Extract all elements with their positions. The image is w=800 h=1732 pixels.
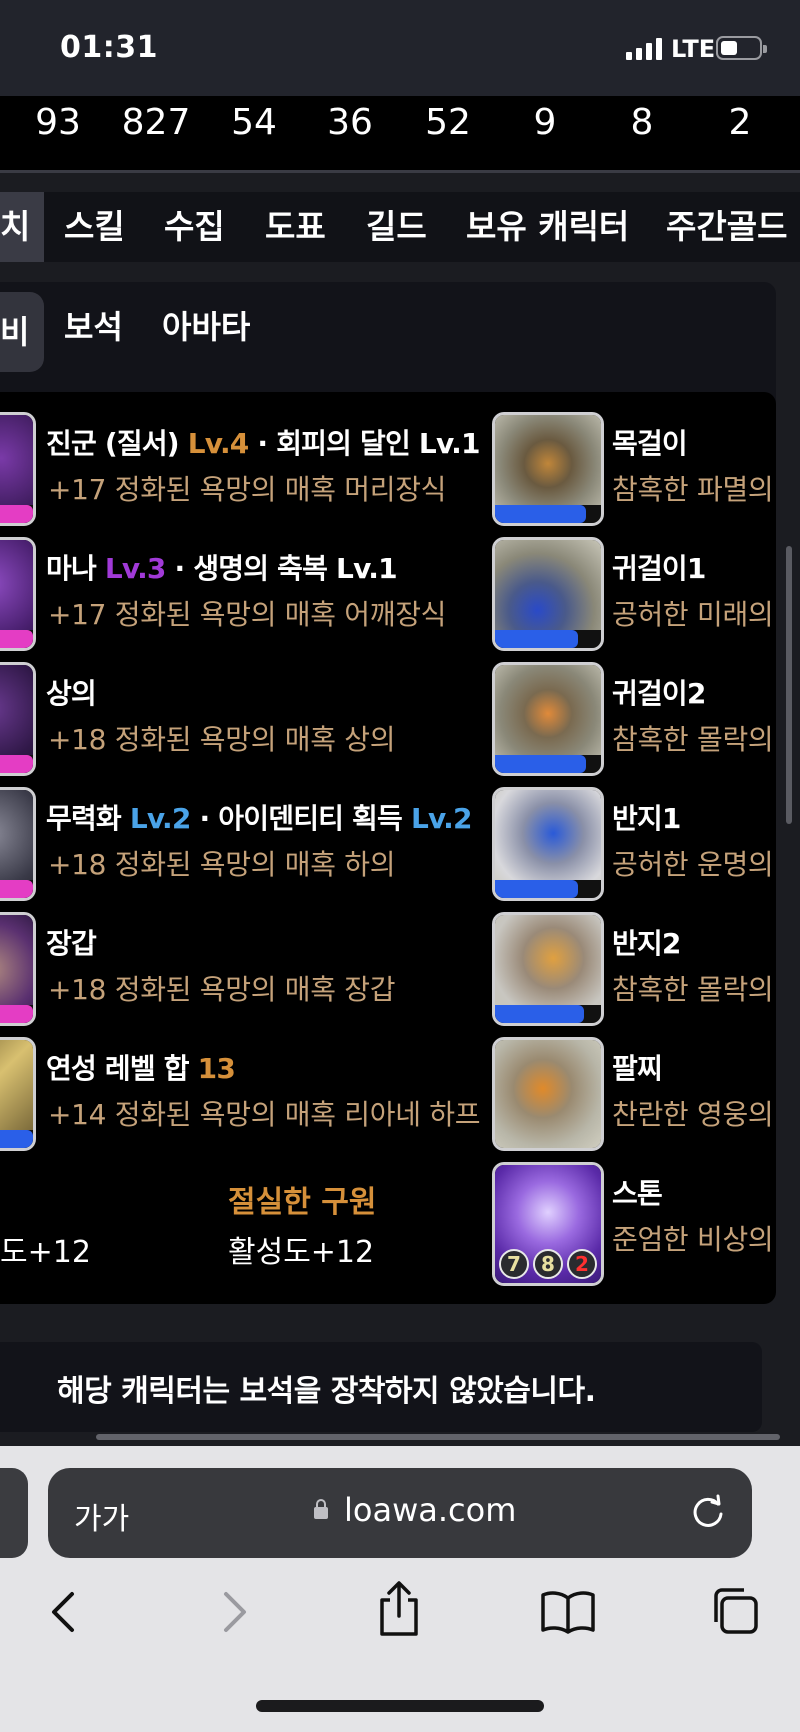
item-icon-weapon	[0, 1037, 36, 1151]
item-desc: +17 정화된 욕망의 매혹 머리장식	[48, 473, 447, 506]
engraving-value: 활성도+12	[228, 1235, 375, 1270]
item-desc: 참혹한 몰락의	[612, 723, 774, 756]
notice-text: 해당 캐릭터는 보석을 장착하지 않았습니다.	[57, 1374, 596, 1409]
stat-value: 9	[533, 102, 557, 143]
bookmarks-icon[interactable]	[540, 1590, 596, 1634]
ring-icon	[492, 787, 604, 901]
item-title: 마나 Lv.3 · 생명의 축복 Lv.1	[46, 552, 398, 585]
reload-icon[interactable]	[688, 1492, 728, 1532]
item-desc: +18 정화된 욕망의 매혹 상의	[48, 723, 396, 756]
item-icon-top	[0, 662, 36, 776]
sub-tabs: 비 보석 아바타	[0, 282, 776, 392]
tab-characters[interactable]: 보유 캐릭터	[466, 192, 629, 262]
subtab-avatar[interactable]: 아바타	[162, 282, 250, 372]
url-text: loawa.com	[344, 1491, 517, 1529]
gem-notice: 해당 캐릭터는 보석을 장착하지 않았습니다.	[0, 1342, 762, 1432]
item-desc: 참혹한 파멸의	[612, 473, 774, 506]
item-icon-bottom	[0, 787, 36, 901]
stat-value: 36	[327, 102, 373, 143]
page: 01:31 LTE 93 827 54 36 52 9 8 2 치 스킬 수집 …	[0, 0, 800, 1732]
item-title: 상의	[46, 677, 97, 710]
stats-row: 93 827 54 36 52 9 8 2	[0, 96, 800, 172]
equipment-list: 진군 (질서) Lv.4 · 회피의 달인 Lv.1 +17 정화된 욕망의 매…	[0, 392, 776, 1304]
ring-icon	[492, 912, 604, 1026]
stat-value: 8	[630, 102, 654, 143]
tabs-icon[interactable]	[708, 1586, 760, 1636]
item-icon-shoulder	[0, 537, 36, 651]
stone-icon: 7 8 2	[492, 1162, 604, 1286]
stat-value: 827	[121, 102, 191, 143]
stat-value: 93	[35, 102, 81, 143]
item-desc: 공허한 운명의	[612, 848, 774, 881]
signal-icon	[626, 38, 662, 60]
tab-collection[interactable]: 수집	[164, 192, 225, 262]
text-size-button[interactable]: 가가	[74, 1494, 129, 1538]
vertical-scrollbar[interactable]	[786, 546, 792, 824]
tab-skills[interactable]: 스킬	[64, 192, 125, 262]
share-icon[interactable]	[376, 1580, 422, 1638]
item-title: 귀걸이1	[612, 552, 706, 585]
item-title: 반지1	[612, 802, 681, 835]
item-desc: +17 정화된 욕망의 매혹 어깨장식	[48, 598, 447, 631]
stat-value: 2	[728, 102, 752, 143]
earring-icon	[492, 662, 604, 776]
item-desc: +14 정화된 욕망의 매혹 리아네 하프	[48, 1098, 481, 1131]
necklace-icon	[492, 412, 604, 526]
bracelet-icon	[492, 1037, 604, 1151]
engraving-name: 절실한 구원	[228, 1185, 377, 1220]
forward-icon[interactable]	[218, 1590, 252, 1634]
item-title: 연성 레벨 합 13	[46, 1052, 236, 1085]
tab-active[interactable]: 치	[0, 192, 44, 262]
item-desc: +18 정화된 욕망의 매혹 장갑	[48, 973, 396, 1006]
stat-value: 52	[425, 102, 471, 143]
item-title: 장갑	[46, 927, 97, 960]
home-indicator	[256, 1700, 544, 1712]
item-desc: 찬란한 영웅의	[612, 1098, 774, 1131]
earring-icon	[492, 537, 604, 651]
item-icon-gloves	[0, 912, 36, 1026]
lock-icon	[314, 1499, 328, 1519]
item-desc: 준엄한 비상의	[612, 1223, 774, 1256]
item-title: 진군 (질서) Lv.4 · 회피의 달인 Lv.1	[46, 427, 480, 460]
network-label: LTE	[671, 35, 716, 63]
engraving-value: 도+12	[0, 1235, 91, 1270]
item-desc: 참혹한 몰락의	[612, 973, 774, 1006]
stone-level: 7	[499, 1249, 529, 1279]
tab-chart[interactable]: 도표	[265, 192, 326, 262]
stone-level: 2	[567, 1249, 597, 1279]
status-bar: 01:31 LTE	[0, 0, 800, 96]
battery-icon	[716, 36, 767, 60]
stone-level: 8	[533, 1249, 563, 1279]
item-title: 스톤	[612, 1177, 663, 1210]
tab-weekly-gold[interactable]: 주간골드	[666, 192, 787, 262]
item-desc: 공허한 미래의	[612, 598, 774, 631]
main-tabs: 치 스킬 수집 도표 길드 보유 캐릭터 주간골드	[0, 192, 800, 262]
status-time: 01:31	[60, 30, 158, 65]
subtab-gems[interactable]: 보석	[64, 282, 123, 372]
item-title: 목걸이	[612, 427, 688, 460]
back-icon[interactable]	[46, 1590, 80, 1634]
item-icon-head	[0, 412, 36, 526]
tab-guild[interactable]: 길드	[366, 192, 427, 262]
address-bar[interactable]: 가가 loawa.com	[48, 1468, 752, 1558]
item-title: 귀걸이2	[612, 677, 706, 710]
divider	[0, 170, 800, 173]
item-desc: +18 정화된 욕망의 매혹 하의	[48, 848, 396, 881]
item-title: 반지2	[612, 927, 681, 960]
subtab-equipment[interactable]: 비	[0, 292, 44, 372]
item-title: 팔찌	[612, 1052, 663, 1085]
equipment-panel: 비 보석 아바타 진군 (질서) Lv.4 · 회피의 달인 Lv.1 +17 …	[0, 282, 776, 1304]
previous-tab-preview[interactable]	[0, 1468, 28, 1558]
item-title: 무력화 Lv.2 · 아이덴티티 획득 Lv.2	[46, 802, 472, 835]
horizontal-scrollbar[interactable]	[96, 1434, 780, 1440]
stat-value: 54	[231, 102, 277, 143]
